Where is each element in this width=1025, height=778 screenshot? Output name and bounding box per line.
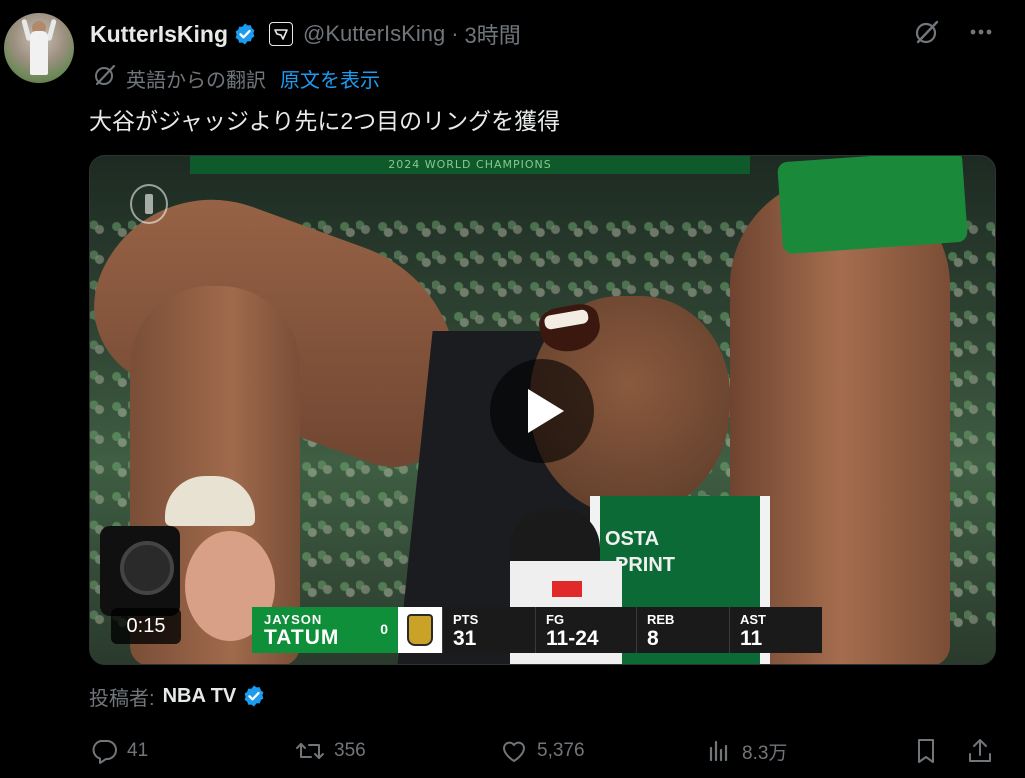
show-original-link[interactable]: 原文を表示: [280, 64, 380, 93]
like-button[interactable]: 5,376: [499, 736, 585, 766]
microphone-flag-logo: [552, 581, 582, 597]
scoreboard-last-name: TATUM: [264, 626, 340, 649]
separator-dot: ·: [451, 21, 459, 46]
grok-icon[interactable]: [913, 18, 941, 46]
avatar-figure: [30, 31, 48, 75]
arena-banner: 2024 WORLD CHAMPIONS: [190, 156, 750, 174]
author-handle[interactable]: @KutterIsKing: [303, 21, 445, 47]
stat-reb: REB 8: [636, 607, 729, 653]
stat-value: 11: [740, 627, 763, 650]
share-button[interactable]: [965, 736, 995, 766]
player-scoreboard: JAYSON TATUM 0 PTS 31 FG 11-24 REB 8 AST…: [252, 607, 822, 653]
video-player[interactable]: 2024 WORLD CHAMPIONS OSTA PRINT 0:15 JAY…: [89, 155, 996, 665]
attribution-name[interactable]: NBA TV: [163, 685, 237, 708]
bookmark-button[interactable]: [911, 736, 941, 766]
tweet-timestamp[interactable]: 3時間: [465, 18, 521, 50]
verified-badge-icon: [242, 684, 266, 708]
scoreboard-jersey-number: 0: [380, 621, 388, 637]
green-wristband: [777, 156, 968, 255]
translation-row: 英語からの翻訳 原文を表示: [92, 64, 380, 92]
attribution-label: 投稿者:: [89, 687, 155, 710]
tweet-header: KutterIsKing @KutterIsKing · 3時間: [90, 17, 521, 51]
author-name[interactable]: KutterIsKing: [90, 21, 228, 48]
share-icon: [965, 736, 995, 766]
views-count: 8.3万: [742, 742, 788, 764]
like-icon: [499, 736, 529, 766]
stat-value: 31: [453, 627, 477, 650]
translate-icon: [92, 62, 118, 94]
top-right-actions: [913, 18, 995, 46]
trophy-logo: [398, 607, 442, 653]
scoreboard-player: JAYSON TATUM 0: [252, 607, 398, 653]
stat-value: 8: [647, 627, 659, 650]
verified-badge-icon[interactable]: [233, 22, 257, 46]
bookmark-icon: [911, 736, 941, 766]
reply-count: 41: [127, 740, 149, 761]
stat-fg: FG 11-24: [535, 607, 636, 653]
scoreboard-first-name: JAYSON: [264, 612, 323, 627]
repost-icon: [294, 736, 326, 766]
stat-label: AST: [740, 612, 766, 627]
views-button[interactable]: 8.3万: [704, 736, 787, 766]
stat-value: 11-24: [546, 627, 599, 650]
stat-label: REB: [647, 612, 675, 627]
like-count: 5,376: [537, 740, 585, 761]
translation-label: 英語からの翻訳: [126, 69, 266, 92]
camera: [100, 526, 180, 616]
reply-icon: [89, 736, 119, 766]
video-duration: 0:15: [111, 608, 181, 644]
player-teeth: [543, 308, 590, 331]
repost-count: 356: [334, 740, 366, 761]
affiliate-badge-icon[interactable]: [269, 22, 293, 46]
jersey-text-line2: PRINT: [615, 554, 675, 576]
stat-label: FG: [546, 612, 565, 627]
stat-ast: AST 11: [729, 607, 822, 653]
stat-pts: PTS 31: [442, 607, 535, 653]
tweet-text: 大谷がジャッジより先に2つ目のリングを獲得: [89, 108, 561, 134]
tweet-actions: 41 356 5,376 8.3万: [89, 732, 999, 772]
attribution-row: 投稿者: NBA TV: [89, 681, 266, 711]
author-avatar[interactable]: [4, 13, 74, 83]
play-button[interactable]: [490, 359, 594, 463]
reply-button[interactable]: 41: [89, 736, 148, 766]
more-options-icon[interactable]: [967, 18, 995, 46]
views-icon: [704, 736, 734, 766]
stat-label: PTS: [453, 612, 479, 627]
trophy-icon: [407, 614, 433, 646]
nba-watermark-bar: [145, 194, 153, 214]
camera-lens: [120, 541, 174, 595]
nba-watermark-icon: [130, 184, 168, 224]
repost-button[interactable]: 356: [294, 736, 366, 766]
play-icon: [528, 389, 564, 433]
jersey-text-line1: OSTA: [605, 528, 660, 550]
